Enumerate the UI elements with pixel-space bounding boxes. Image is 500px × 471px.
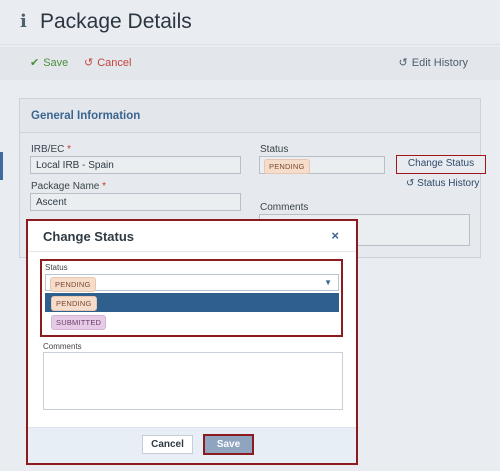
side-accent <box>0 152 3 180</box>
status-badge: PENDING <box>264 159 310 174</box>
modal-title: Change Status <box>43 229 135 244</box>
close-icon[interactable]: × <box>331 228 339 243</box>
irb-field[interactable]: Local IRB - Spain <box>30 156 241 174</box>
edit-history-label: Edit History <box>411 56 468 69</box>
status-history-link[interactable]: ↺ Status History <box>406 178 479 189</box>
status-select[interactable]: PENDING ▼ <box>45 274 339 292</box>
irb-value: Local IRB - Spain <box>36 160 114 171</box>
required-marker: * <box>67 144 72 155</box>
status-field: PENDING <box>259 156 385 174</box>
irb-label: IRB/EC * <box>31 144 72 155</box>
status-option-submitted[interactable]: SUBMITTED <box>45 312 339 331</box>
history-icon: ↺ <box>398 56 408 69</box>
option-badge: SUBMITTED <box>51 315 107 330</box>
modal-comments-textarea[interactable] <box>43 352 343 410</box>
history-icon: ↺ <box>406 178 415 189</box>
edit-history-button[interactable]: ↺ Edit History <box>399 56 468 69</box>
info-icon: i <box>20 11 27 32</box>
modal-save-button[interactable]: Save <box>203 434 254 455</box>
status-label: Status <box>260 144 289 155</box>
selected-status-badge: PENDING <box>50 277 96 292</box>
save-label: Save <box>43 56 69 69</box>
page-title: Package Details <box>40 10 192 33</box>
status-history-label: Status History <box>417 178 480 189</box>
change-status-modal: Change Status × Status PENDING ▼ PENDING… <box>26 219 358 465</box>
option-badge: PENDING <box>51 296 97 311</box>
undo-icon: ↺ <box>84 56 94 69</box>
cancel-label: Cancel <box>97 56 132 69</box>
modal-comments-label: Comments <box>43 342 82 351</box>
package-name-value: Ascent <box>36 197 67 208</box>
modal-footer: Cancel Save <box>28 427 356 463</box>
check-circle-icon: ✔ <box>30 56 40 69</box>
modal-cancel-button[interactable]: Cancel <box>142 435 193 454</box>
panel-title: General Information <box>31 110 141 122</box>
status-dropdown-group: Status PENDING ▼ PENDING SUBMITTED <box>40 259 343 337</box>
required-marker: * <box>102 181 107 192</box>
package-name-field[interactable]: Ascent <box>30 193 241 211</box>
package-name-label: Package Name * <box>31 181 107 192</box>
comments-label: Comments <box>260 202 309 213</box>
page-header: i Package Details <box>0 0 500 45</box>
status-option-pending[interactable]: PENDING <box>45 293 339 312</box>
save-button[interactable]: ✔ Save <box>30 56 68 69</box>
toolbar: ✔ Save ↺ Cancel ↺ Edit History <box>0 47 500 80</box>
panel-header: General Information <box>20 99 480 133</box>
cancel-button[interactable]: ↺ Cancel <box>84 56 131 69</box>
modal-header: Change Status × <box>28 221 356 252</box>
modal-status-label: Status <box>45 263 68 272</box>
change-status-button[interactable]: Change Status <box>396 155 486 174</box>
chevron-down-icon[interactable]: ▼ <box>324 278 332 287</box>
